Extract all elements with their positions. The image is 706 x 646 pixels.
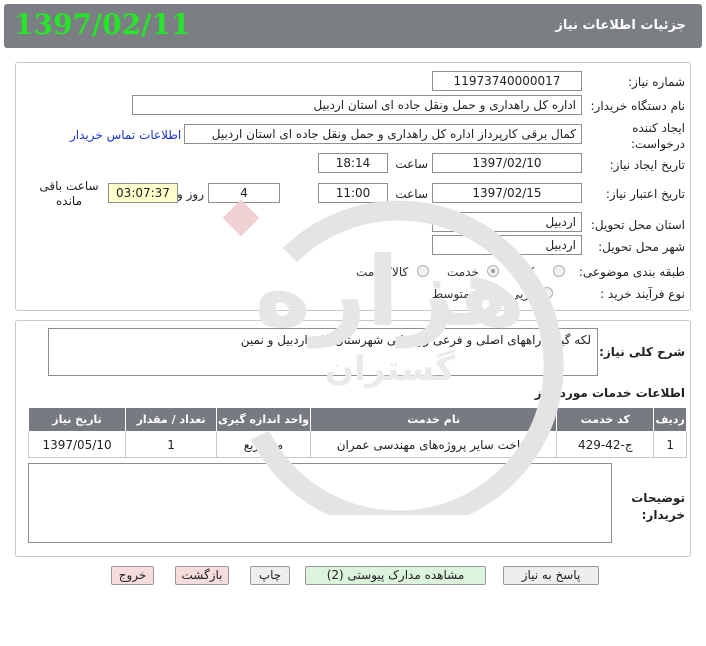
remaining-days-field: 4: [208, 183, 280, 203]
requester-field: کمال برقی کارپرداز اداره کل راهداری و حم…: [184, 124, 582, 144]
requester-label: ایجاد کننده درخواست:: [631, 121, 685, 151]
services-section-title: اطلاعات خدمات مورد نیاز: [534, 386, 685, 400]
cell-quantity: 1: [125, 431, 218, 458]
delivery-province-label: استان محل تحویل:: [590, 218, 685, 232]
print-button[interactable]: چاپ: [250, 566, 290, 585]
cell-need-date: 1397/05/10: [27, 431, 127, 458]
created-date-field: 1397/02/10: [432, 153, 582, 173]
cell-unit: مترمربع: [216, 431, 312, 458]
buyer-notes-label: توضیحات خریدار:: [631, 491, 685, 522]
category-label: طبقه بندی موضوعی:: [578, 265, 685, 279]
respond-button[interactable]: پاسخ به نیاز: [503, 566, 599, 585]
created-time-label: ساعت: [395, 157, 428, 171]
cell-service-code: ج-42-429: [556, 431, 655, 458]
need-number-label: شماره نیاز:: [628, 75, 685, 89]
buyer-contact-link[interactable]: اطلاعات تماس خریدار: [70, 128, 181, 142]
process-medium-label: متوسط: [432, 287, 470, 301]
cell-service-name: ساخت سایر پروژه‌های مهندسی عمران: [310, 431, 558, 458]
col-quantity: تعداد / مقدار: [125, 407, 218, 432]
created-date-label: تاریخ ایجاد نیاز:: [609, 158, 685, 172]
validity-date-field: 1397/02/15: [432, 183, 582, 203]
category-goods-label: کالا: [518, 265, 535, 279]
buyer-org-label: نام دستگاه خریدار:: [590, 99, 686, 113]
buyer-org-field: اداره کل راهداری و حمل ونقل جاده ای استا…: [132, 95, 582, 115]
col-row-number: ردیف: [653, 407, 687, 432]
need-number-field: 11973740000017: [432, 71, 582, 91]
process-radio-minor[interactable]: [541, 287, 553, 299]
category-service-label: خدمت: [447, 265, 479, 279]
delivery-province-field: اردبیل: [432, 212, 582, 232]
table-row: 1 ج-42-429 ساخت سایر پروژه‌های مهندسی عم…: [27, 431, 687, 458]
buyer-notes-field: [28, 463, 612, 543]
services-table-header: ردیف کد خدمت نام خدمت واحد اندازه گیری ت…: [27, 407, 687, 432]
page-title: جزئیات اطلاعات نیاز: [555, 18, 686, 33]
category-goods-service-label: کالا/خدمت: [356, 265, 409, 279]
validity-time-field: 11:00: [318, 183, 388, 203]
cell-row-number: 1: [653, 431, 687, 458]
remaining-time-label: ساعت باقی مانده: [39, 179, 99, 208]
delivery-city-field: اردبیل: [432, 235, 582, 255]
date-overlay: 1397/02/11: [14, 8, 191, 41]
page-header: 1397/02/11 جزئیات اطلاعات نیاز: [4, 4, 702, 48]
col-unit: واحد اندازه گیری: [216, 407, 312, 432]
validity-time-label: ساعت: [395, 187, 428, 201]
view-attachments-button[interactable]: مشاهده مدارک پیوستی (2): [305, 566, 486, 585]
col-need-date: تاریخ نیاز: [27, 407, 127, 432]
remaining-days-label: روز و: [177, 187, 204, 201]
col-service-code: کد خدمت: [556, 407, 655, 432]
process-type-label: نوع فرآیند خرید :: [600, 287, 685, 301]
process-minor-label: جزیی: [510, 287, 538, 301]
category-radio-goods[interactable]: [553, 265, 565, 277]
description-field: لکه گیری راههای اصلی و فرعی روستایی شهرس…: [48, 328, 598, 376]
services-table: ردیف کد خدمت نام خدمت واحد اندازه گیری ت…: [27, 407, 687, 458]
category-radio-service[interactable]: [487, 265, 499, 277]
remaining-time-field: 03:07:37: [108, 183, 178, 203]
exit-button[interactable]: خروج: [111, 566, 154, 585]
created-time-field: 18:14: [318, 153, 388, 173]
process-radio-medium[interactable]: [477, 287, 489, 299]
delivery-city-label: شهر محل تحویل:: [598, 240, 685, 254]
back-button[interactable]: بازگشت: [175, 566, 229, 585]
col-service-name: نام خدمت: [310, 407, 558, 432]
category-radio-goods-service[interactable]: [417, 265, 429, 277]
description-label: شرح کلی نیاز:: [599, 345, 685, 359]
validity-date-label: تاریخ اعتبار نیاز:: [605, 187, 685, 201]
